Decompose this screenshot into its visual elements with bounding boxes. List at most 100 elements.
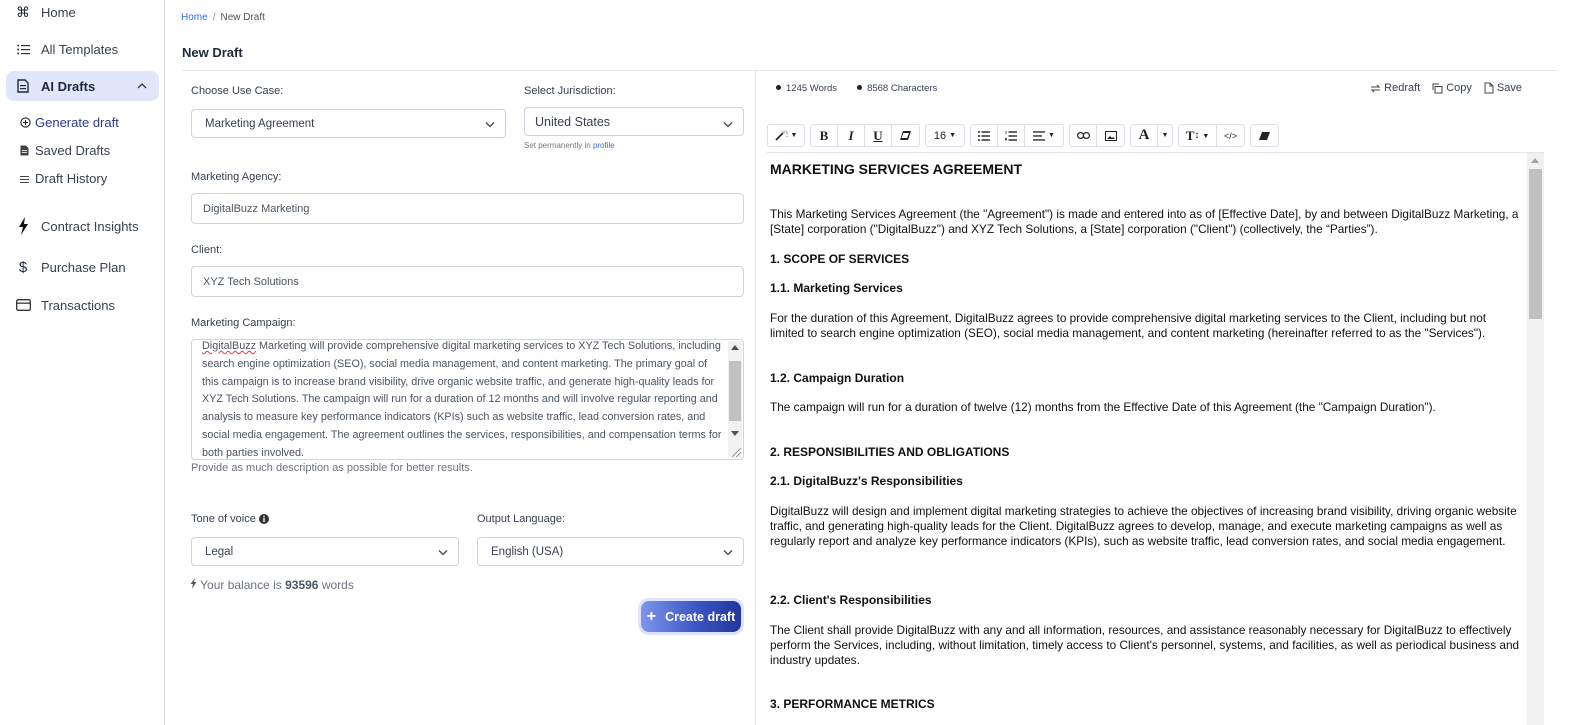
sidebar-item-label: AI Drafts — [41, 78, 96, 94]
agency-value: DigitalBuzz Marketing — [203, 202, 310, 215]
chevron-down-icon — [723, 547, 733, 559]
line-height-dropdown[interactable]: T ↕ ▼ — [1179, 125, 1217, 146]
dollar-icon: $ — [18, 258, 28, 276]
toolbar-group-format: B I U — [810, 124, 920, 147]
create-draft-button[interactable]: + Create draft — [641, 601, 741, 632]
bold-button[interactable]: B — [811, 125, 838, 146]
tone-label: Tone of voice — [191, 513, 256, 525]
file-icon — [20, 145, 33, 156]
document-editor[interactable]: MARKETING SERVICES AGREEMENT This Market… — [770, 153, 1525, 725]
sidebar-item-all-templates[interactable]: All Templates — [6, 35, 159, 63]
save-button[interactable]: Save — [1484, 82, 1522, 94]
copy-label: Copy — [1446, 82, 1472, 94]
redraft-button[interactable]: Redraft — [1370, 82, 1420, 94]
subsection-heading: 1.2. Campaign Duration — [770, 371, 905, 385]
breadcrumb-home-link[interactable]: Home — [181, 12, 208, 23]
menu-icon — [20, 175, 33, 183]
client-input[interactable]: XYZ Tech Solutions — [191, 266, 744, 297]
text-color-dropdown[interactable]: ▼ — [1158, 125, 1172, 146]
agency-input[interactable]: DigitalBuzz Marketing — [191, 193, 744, 224]
chevron-down-icon — [438, 547, 448, 559]
font-size-value: 16 — [933, 129, 947, 142]
document-stats: 1245 Words 8568 Characters — [776, 83, 937, 94]
magic-wand-icon — [774, 130, 788, 141]
sidebar-subitem-label: Draft History — [35, 171, 108, 186]
bullet-icon — [776, 84, 781, 90]
toolbar-group-font-size: 16 ▼ — [925, 124, 965, 147]
use-case-label: Choose Use Case: — [191, 85, 284, 97]
code-view-button[interactable]: </> — [1217, 125, 1244, 146]
sidebar-item-contract-insights[interactable]: Contract Insights — [6, 212, 159, 240]
plus-circle-icon — [20, 117, 33, 128]
info-icon[interactable] — [258, 514, 269, 524]
client-label: Client: — [191, 244, 223, 256]
sidebar-item-ai-drafts[interactable]: AI Drafts — [6, 71, 159, 101]
redraft-label: Redraft — [1384, 82, 1421, 94]
link-button[interactable] — [1070, 125, 1097, 146]
header-divider — [182, 70, 1557, 71]
eraser-button[interactable] — [1251, 125, 1278, 146]
agency-label: Marketing Agency: — [191, 171, 282, 183]
breadcrumb-current: New Draft — [220, 12, 265, 23]
scroll-up-arrow-icon[interactable] — [1531, 158, 1539, 163]
create-draft-label: Create draft — [665, 609, 736, 624]
link-icon — [1076, 132, 1090, 139]
scroll-down-arrow-icon[interactable] — [731, 431, 739, 436]
sidebar-subitem-generate-draft[interactable]: Generate draft — [20, 115, 119, 130]
italic-button[interactable]: I — [838, 125, 865, 146]
copy-button[interactable]: Copy — [1432, 82, 1472, 94]
sidebar-item-purchase-plan[interactable]: $ Purchase Plan — [6, 253, 159, 281]
list-icon — [15, 41, 31, 57]
sidebar-item-label: All Templates — [41, 41, 119, 57]
tone-select[interactable]: Legal — [191, 537, 459, 566]
font-size-dropdown[interactable]: 16 ▼ — [926, 125, 964, 146]
scrollbar-thumb[interactable] — [729, 361, 741, 421]
align-icon — [1033, 130, 1046, 141]
document-paragraph: This Marketing Services Agreement (the "… — [770, 207, 1519, 236]
section-heading: 1. SCOPE OF SERVICES — [770, 252, 910, 266]
align-dropdown[interactable]: ▼ — [1025, 125, 1063, 146]
sidebar-subitem-draft-history[interactable]: Draft History — [20, 171, 107, 186]
sidebar-item-label: Transactions — [41, 297, 115, 313]
campaign-textarea[interactable]: DigitalBuzz Marketing will provide compr… — [191, 339, 744, 460]
use-case-select[interactable]: Marketing Agreement — [191, 109, 506, 138]
eraser-icon — [900, 131, 911, 140]
section-heading: 2. RESPONSIBILITIES AND OBLIGATIONS — [770, 445, 1010, 459]
text-color-button[interactable]: A — [1131, 125, 1158, 146]
breadcrumb: Home / New Draft — [181, 12, 265, 23]
document-paragraph: The campaign will run for a duration of … — [770, 400, 1436, 414]
language-select[interactable]: English (USA) — [477, 537, 744, 566]
language-label: Output Language: — [477, 513, 566, 525]
balance-amount: 93596 — [285, 578, 319, 592]
image-button[interactable] — [1097, 125, 1124, 146]
balance-suffix: words — [321, 578, 354, 592]
sidebar-subitem-saved-drafts[interactable]: Saved Drafts — [20, 143, 110, 158]
clear-format-button[interactable] — [892, 125, 919, 146]
sidebar-subitem-label: Saved Drafts — [35, 143, 111, 158]
campaign-scrollbar[interactable] — [728, 341, 742, 458]
scroll-up-arrow-icon[interactable] — [731, 345, 739, 350]
sidebar-item-transactions[interactable]: Transactions — [6, 291, 159, 319]
subsection-heading: 2.1. DigitalBuzz's Responsibilities — [770, 474, 963, 488]
profile-link[interactable]: profile — [593, 141, 615, 150]
tone-value: Legal — [205, 545, 234, 558]
underline-button[interactable]: U — [865, 125, 892, 146]
character-count-text: 8568 Characters — [867, 83, 938, 94]
toolbar-group-insert — [1069, 124, 1125, 147]
jurisdiction-select[interactable]: United States — [524, 107, 744, 136]
numbered-list-button[interactable] — [998, 125, 1025, 146]
magic-wand-button[interactable]: ▼ — [768, 125, 804, 146]
chevron-down-icon — [723, 117, 733, 131]
sidebar-item-label: Home — [41, 4, 76, 20]
chevron-up-icon[interactable] — [137, 78, 147, 93]
file-icon — [1484, 82, 1494, 94]
document-scrollbar[interactable] — [1527, 153, 1544, 725]
resize-handle-icon[interactable] — [732, 448, 741, 457]
sidebar-item-label: Purchase Plan — [41, 259, 126, 275]
bullet-list-button[interactable] — [971, 125, 998, 146]
jurisdiction-hint-text: Set permanently in — [524, 141, 591, 150]
bolt-icon — [15, 217, 31, 235]
sidebar-item-home[interactable]: ⌘ Home — [6, 0, 159, 26]
scrollbar-thumb[interactable] — [1529, 169, 1542, 319]
redraft-icon — [1370, 84, 1381, 92]
